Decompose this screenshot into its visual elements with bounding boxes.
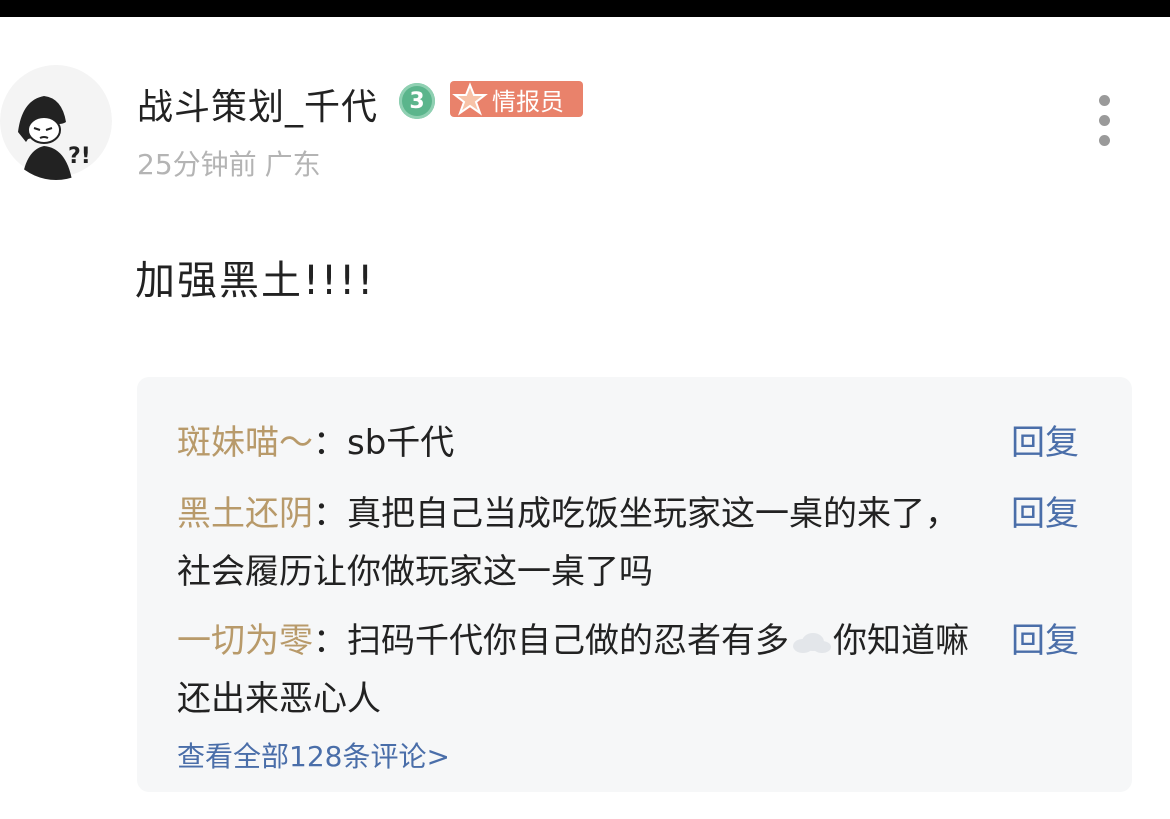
reply-button[interactable]: 回复 [1011, 414, 1079, 472]
post-meta: 25分钟前 广东 [137, 143, 321, 183]
level-badge: 3 [399, 83, 435, 119]
comment-text: sb千代 [347, 423, 455, 463]
comment-item: 黑土还阴：真把自己当成吃饭坐玩家这一桌的来了，社会履历让你做玩家这一桌了吗 [177, 485, 987, 601]
post-location: 广东 [264, 148, 321, 181]
reply-button[interactable]: 回复 [1011, 485, 1079, 543]
dot-icon [1098, 135, 1110, 146]
username[interactable]: 战斗策划_千代 [137, 78, 378, 130]
comment-item: 斑妹喵～：sb千代 [177, 414, 987, 472]
user-avatar-icon [0, 65, 112, 180]
post-content: 加强黑土!!!! [135, 258, 376, 304]
comment-separator: ： [313, 423, 347, 463]
role-badge-label: 情报员 [492, 87, 564, 116]
reply-button[interactable]: 回复 [1011, 612, 1079, 670]
star-badge-icon [452, 82, 488, 116]
comment-item: 一切为零：扫码千代你自己做的忍者有多 你知道嘛还出来恶心人 [177, 612, 987, 728]
comment-author[interactable]: 斑妹喵～ [177, 423, 313, 463]
comment-author[interactable]: 一切为零 [177, 621, 313, 661]
avatar-mark: ?! [68, 144, 91, 169]
dot-icon [1098, 115, 1110, 126]
comment-separator: ： [313, 494, 347, 534]
comments-preview: 斑妹喵～：sb千代 回复 黑土还阴：真把自己当成吃饭坐玩家这一桌的来了，社会履历… [137, 377, 1132, 792]
status-bar [0, 0, 1170, 17]
comment-text: 扫码千代你自己做的忍者有多 [347, 621, 789, 661]
comment-separator: ： [313, 621, 347, 661]
post-time: 25分钟前 [137, 148, 257, 181]
more-options-button[interactable] [1091, 95, 1117, 151]
avatar[interactable]: ?! [0, 62, 112, 180]
dot-icon [1098, 95, 1110, 106]
cloud-emoji-icon [793, 632, 831, 653]
comment-author[interactable]: 黑土还阴 [177, 494, 313, 534]
view-all-comments-link[interactable]: 查看全部128条评论> [177, 735, 450, 775]
role-badge: 情报员 [450, 81, 583, 117]
